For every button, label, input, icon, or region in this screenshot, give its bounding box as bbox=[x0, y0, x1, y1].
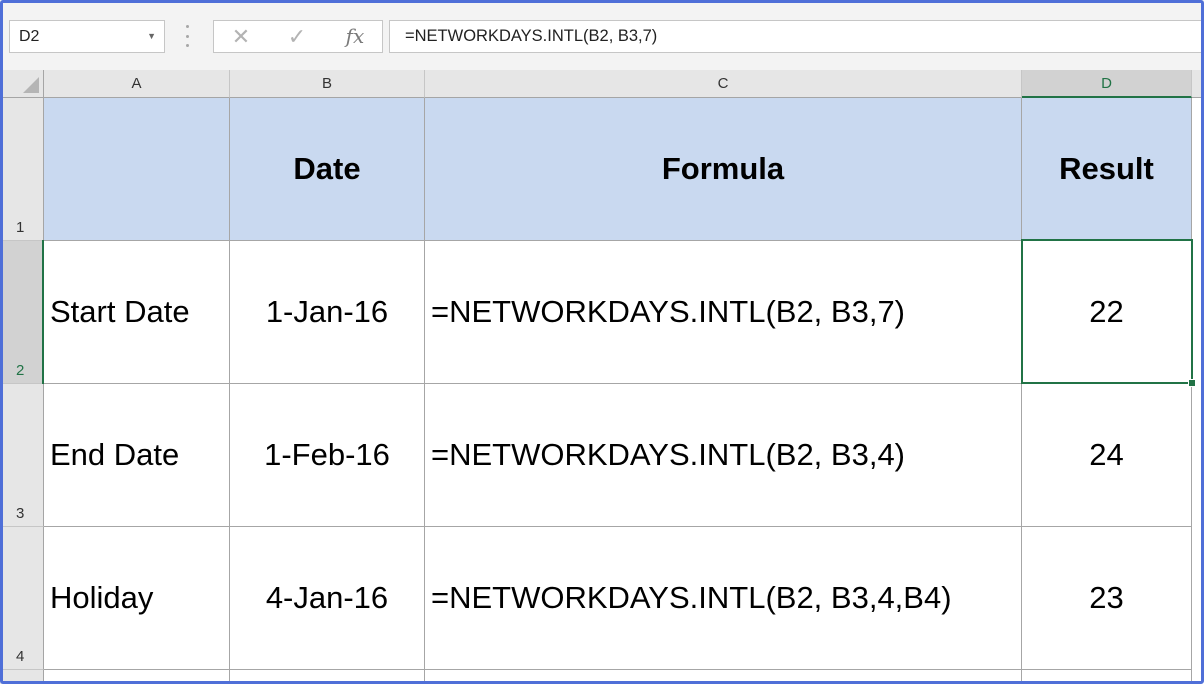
select-all-button[interactable] bbox=[0, 70, 44, 98]
cell-b1[interactable]: Date bbox=[230, 98, 425, 241]
grip-icon[interactable] bbox=[185, 25, 189, 47]
cell-d3[interactable]: 24 bbox=[1022, 384, 1192, 527]
cell-d5[interactable] bbox=[1022, 670, 1192, 684]
cell-d4[interactable]: 23 bbox=[1022, 527, 1192, 670]
select-all-icon bbox=[23, 77, 39, 93]
cell-b3[interactable]: 1-Feb-16 bbox=[230, 384, 425, 527]
cell-c4[interactable]: =NETWORKDAYS.INTL(B2, B3,4,B4) bbox=[425, 527, 1022, 670]
cell-c5[interactable] bbox=[425, 670, 1022, 684]
column-header-e[interactable] bbox=[1192, 70, 1204, 98]
cell-b4[interactable]: 4-Jan-16 bbox=[230, 527, 425, 670]
row-header-1[interactable]: 1 bbox=[0, 98, 44, 241]
spreadsheet-grid: A B C D 1 2 3 4 Date Formula Result Star… bbox=[0, 70, 1204, 684]
column-header-a[interactable]: A bbox=[44, 70, 230, 98]
cell-b5[interactable] bbox=[230, 670, 425, 684]
cell-a4[interactable]: Holiday bbox=[44, 527, 230, 670]
row-selection-indicator bbox=[42, 240, 44, 384]
cell-c3[interactable]: =NETWORKDAYS.INTL(B2, B3,4) bbox=[425, 384, 1022, 527]
name-box-value: D2 bbox=[19, 28, 40, 45]
chevron-down-icon[interactable]: ▼ bbox=[147, 21, 156, 52]
row-number: 1 bbox=[16, 219, 25, 236]
cell-a1[interactable] bbox=[44, 98, 230, 241]
cell-c2[interactable]: =NETWORKDAYS.INTL(B2, B3,7) bbox=[425, 241, 1022, 384]
cell-d1[interactable]: Result bbox=[1022, 98, 1192, 241]
row-number: 2 bbox=[16, 362, 25, 379]
row-header-3[interactable]: 3 bbox=[0, 384, 44, 527]
row-number: 4 bbox=[16, 648, 25, 665]
enter-icon[interactable]: ✓ bbox=[284, 21, 310, 52]
row-header-4[interactable]: 4 bbox=[0, 527, 44, 670]
insert-function-icon[interactable]: fx bbox=[340, 21, 370, 52]
formula-buttons: ✕ ✓ fx bbox=[213, 20, 383, 53]
name-box[interactable]: D2 ▼ bbox=[9, 20, 165, 53]
row-header-2[interactable]: 2 bbox=[0, 241, 44, 384]
row-header-5[interactable] bbox=[0, 670, 44, 684]
column-header-b[interactable]: B bbox=[230, 70, 425, 98]
cell-b2[interactable]: 1-Jan-16 bbox=[230, 241, 425, 384]
cancel-icon[interactable]: ✕ bbox=[228, 21, 254, 52]
column-header-d[interactable]: D bbox=[1022, 70, 1192, 98]
cell-d2[interactable]: 22 bbox=[1022, 241, 1192, 384]
formula-bar: D2 ▼ ✕ ✓ fx =NETWORKDAYS.INTL(B2, B3,7) bbox=[0, 0, 1204, 70]
cell-a3[interactable]: End Date bbox=[44, 384, 230, 527]
cell-a2[interactable]: Start Date bbox=[44, 241, 230, 384]
formula-input[interactable]: =NETWORKDAYS.INTL(B2, B3,7) bbox=[389, 20, 1204, 53]
cell-a5[interactable] bbox=[44, 670, 230, 684]
column-header-c[interactable]: C bbox=[425, 70, 1022, 98]
cell-c1[interactable]: Formula bbox=[425, 98, 1022, 241]
row-number: 3 bbox=[16, 505, 25, 522]
